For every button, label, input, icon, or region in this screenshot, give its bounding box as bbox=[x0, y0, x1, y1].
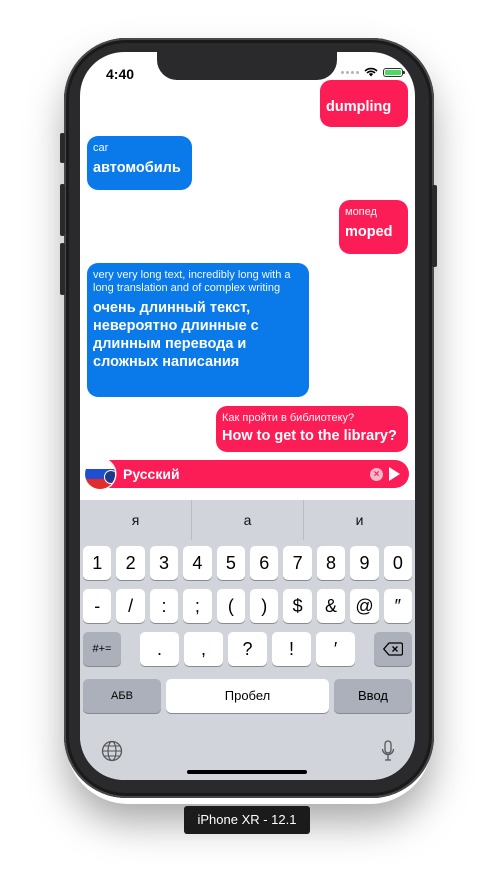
message-bubble[interactable]: Как пройти в библиотеку? How to get to t… bbox=[216, 406, 408, 452]
key-dash[interactable]: - bbox=[83, 589, 112, 623]
suggestion-bar: я а и bbox=[80, 500, 415, 540]
suggestion-item[interactable]: я bbox=[80, 500, 192, 540]
key-4[interactable]: 4 bbox=[183, 546, 212, 580]
message-translation: очень длинный текст, невероятно длинные … bbox=[93, 300, 259, 370]
keyboard-row-punctuation: #+= . , ? ! ′ bbox=[83, 632, 412, 666]
message-source: мопед bbox=[345, 206, 377, 218]
key-apostrophe[interactable]: ′ bbox=[316, 632, 355, 666]
key-comma[interactable]: , bbox=[184, 632, 223, 666]
message-bubble[interactable]: мопед moped bbox=[339, 200, 408, 254]
key-1[interactable]: 1 bbox=[83, 546, 112, 580]
volume-up-button bbox=[60, 184, 65, 236]
language-input-bar[interactable]: Русский × bbox=[85, 459, 409, 489]
microphone-icon[interactable] bbox=[381, 740, 395, 762]
key-at[interactable]: @ bbox=[350, 589, 379, 623]
message-translation: How to get to the library? bbox=[222, 428, 397, 444]
message-source: very very long text, incredibly long wit… bbox=[93, 269, 291, 294]
clear-icon[interactable]: × bbox=[370, 467, 383, 481]
suggestion-item[interactable]: а bbox=[192, 500, 304, 540]
key-abc[interactable]: АБВ bbox=[83, 679, 161, 713]
key-paren-open[interactable]: ( bbox=[216, 589, 246, 623]
mute-switch bbox=[60, 133, 65, 163]
key-0[interactable]: 0 bbox=[383, 546, 413, 580]
message-translation: dumpling bbox=[326, 99, 392, 115]
key-ampersand[interactable]: & bbox=[316, 589, 346, 623]
keyboard: я а и 1 2 3 4 5 6 7 8 9 0 - / : ; ( ) $ … bbox=[80, 500, 415, 780]
keyboard-row-symbols: - / : ; ( ) $ & @ ″ bbox=[83, 589, 413, 623]
language-label[interactable]: Русский bbox=[123, 466, 370, 482]
key-7[interactable]: 7 bbox=[283, 546, 312, 580]
message-bubble[interactable]: car автомобиль bbox=[87, 136, 192, 190]
message-source: Как пройти в библиотеку? bbox=[222, 412, 355, 424]
space-key[interactable]: Пробел bbox=[166, 679, 329, 713]
device-label: iPhone XR - 12.1 bbox=[184, 806, 310, 834]
return-key[interactable]: Ввод bbox=[334, 679, 412, 713]
key-semicolon[interactable]: ; bbox=[183, 589, 212, 623]
keyboard-row-digits: 1 2 3 4 5 6 7 8 9 0 bbox=[83, 546, 413, 580]
keyboard-row-bottom: АБВ Пробел Ввод bbox=[83, 679, 412, 713]
key-exclamation[interactable]: ! bbox=[272, 632, 311, 666]
russia-flag-icon[interactable] bbox=[85, 459, 115, 489]
key-8[interactable]: 8 bbox=[316, 546, 346, 580]
home-indicator[interactable] bbox=[187, 770, 307, 774]
phone-screen: 4:40 dumpling car автомобиль мопед moped… bbox=[80, 52, 415, 780]
message-source: car bbox=[93, 142, 109, 154]
message-bubble[interactable]: dumpling bbox=[320, 80, 408, 127]
delete-key[interactable] bbox=[374, 632, 412, 666]
message-bubble[interactable]: very very long text, incredibly long wit… bbox=[87, 263, 309, 397]
key-9[interactable]: 9 bbox=[350, 546, 379, 580]
key-3[interactable]: 3 bbox=[149, 546, 179, 580]
send-icon[interactable] bbox=[389, 467, 400, 481]
key-quote[interactable]: ″ bbox=[383, 589, 413, 623]
key-dollar[interactable]: $ bbox=[283, 589, 312, 623]
volume-down-button bbox=[60, 243, 65, 295]
key-period[interactable]: . bbox=[140, 632, 179, 666]
key-more-symbols[interactable]: #+= bbox=[83, 632, 121, 666]
key-5[interactable]: 5 bbox=[216, 546, 246, 580]
message-translation: moped bbox=[345, 224, 393, 240]
backspace-icon bbox=[382, 642, 404, 656]
message-translation: автомобиль bbox=[93, 160, 181, 176]
key-colon[interactable]: : bbox=[149, 589, 179, 623]
key-slash[interactable]: / bbox=[116, 589, 145, 623]
key-6[interactable]: 6 bbox=[250, 546, 279, 580]
chat-list[interactable]: dumpling car автомобиль мопед moped very… bbox=[80, 52, 415, 502]
suggestion-item[interactable]: и bbox=[304, 500, 415, 540]
key-paren-close[interactable]: ) bbox=[250, 589, 279, 623]
notch bbox=[157, 52, 337, 80]
key-question[interactable]: ? bbox=[228, 632, 267, 666]
globe-icon[interactable] bbox=[101, 740, 123, 762]
key-2[interactable]: 2 bbox=[116, 546, 145, 580]
power-button bbox=[432, 185, 437, 267]
